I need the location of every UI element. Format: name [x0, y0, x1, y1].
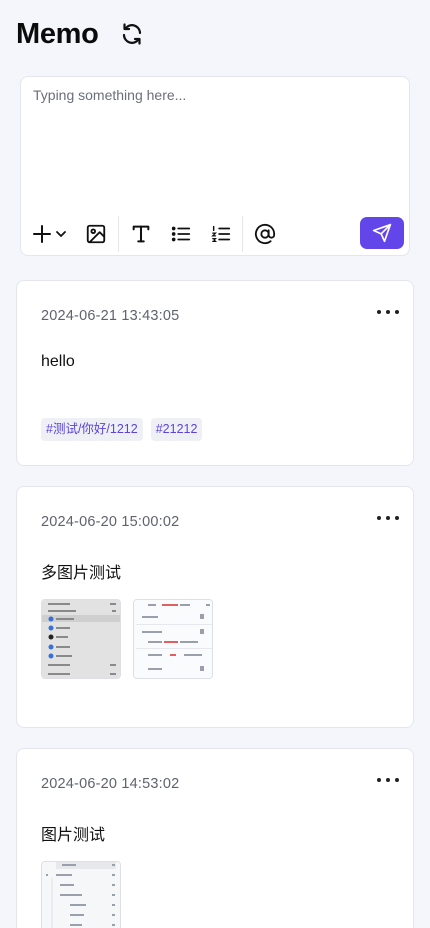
memo-date: 2024-06-21 13:43:05: [41, 308, 180, 324]
mention-icon[interactable]: [252, 221, 278, 247]
memo-card: 2024-06-20 15:00:02 多图片测试: [16, 486, 414, 728]
app-title: Memo: [16, 17, 99, 50]
ordered-list-icon[interactable]: [208, 221, 234, 247]
editor-toolbar: [20, 212, 410, 254]
refresh-icon[interactable]: [119, 21, 145, 47]
text-icon[interactable]: [128, 221, 154, 247]
image-icon[interactable]: [83, 221, 109, 247]
memo-tag[interactable]: #21212: [150, 418, 203, 441]
memo-date: 2024-06-20 15:00:02: [41, 514, 180, 530]
image-thumbnail[interactable]: [41, 599, 121, 679]
toolbar-divider: [242, 216, 243, 252]
memo-content: 多图片测试: [41, 565, 122, 582]
image-thumbnail[interactable]: [133, 599, 213, 679]
memo-card: 2024-06-20 14:53:02 图片测试: [16, 748, 414, 928]
bullet-list-icon[interactable]: [168, 221, 194, 247]
memo-date: 2024-06-20 14:53:02: [41, 776, 180, 792]
more-options-icon[interactable]: [377, 305, 399, 319]
memo-input[interactable]: [21, 77, 409, 215]
memo-content: hello: [41, 353, 75, 370]
send-button[interactable]: [360, 217, 404, 249]
image-thumbnail[interactable]: [41, 861, 121, 928]
more-options-icon[interactable]: [377, 511, 399, 525]
header: Memo: [16, 14, 145, 54]
add-button[interactable]: [30, 221, 70, 247]
memo-card: 2024-06-21 13:43:05 hello #测试/你好/1212 #2…: [16, 280, 414, 466]
memo-tags: #测试/你好/1212 #21212: [41, 418, 203, 441]
send-icon: [372, 223, 392, 243]
toolbar-divider: [118, 216, 119, 252]
memo-tag[interactable]: #测试/你好/1212: [41, 418, 143, 441]
memo-content: 图片测试: [41, 827, 106, 844]
more-options-icon[interactable]: [377, 773, 399, 787]
